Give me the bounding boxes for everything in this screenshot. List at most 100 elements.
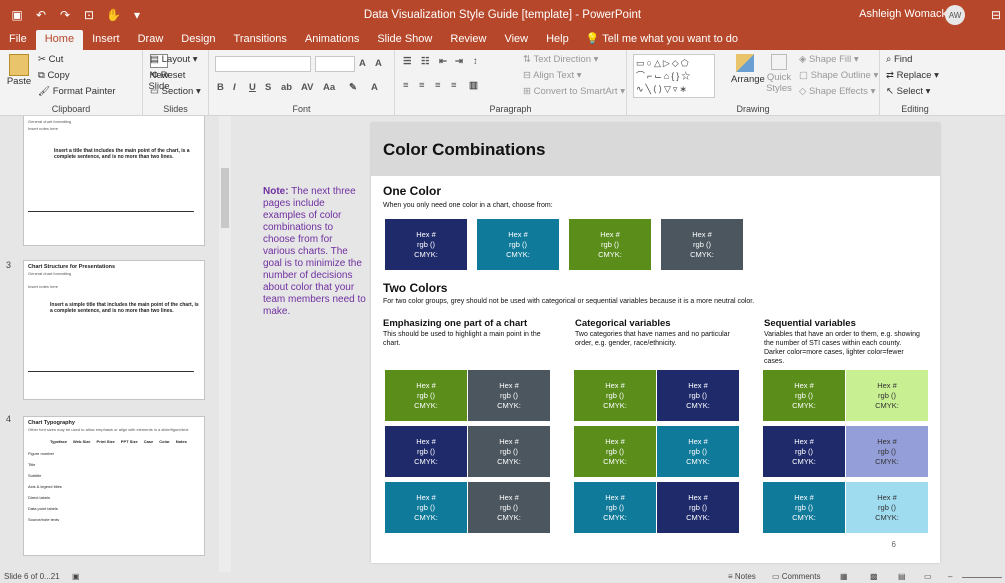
present-icon[interactable]: ⊡ bbox=[82, 8, 96, 22]
decrease-indent-icon[interactable]: ⇤ bbox=[439, 56, 447, 67]
strikethrough-icon[interactable]: S bbox=[265, 82, 271, 93]
swatch-green[interactable]: Hex # rgb () CMYK: bbox=[763, 370, 845, 421]
char-spacing-icon[interactable]: AV bbox=[301, 82, 314, 93]
tab-slide-show[interactable]: Slide Show bbox=[368, 30, 441, 50]
swatch-slate[interactable]: Hex # rgb () CMYK: bbox=[468, 482, 550, 533]
shapes-gallery[interactable]: ▭○△▷◇⬠ ⌒⌐⌙⌂{}☆ ∿╲⟨⟩▽▿∗ bbox=[633, 54, 715, 98]
slide-thumbnail-4[interactable]: Chart Typography Other font sizes may be… bbox=[23, 416, 205, 556]
scrollbar-thumb[interactable] bbox=[221, 168, 229, 228]
thumbnails-scrollbar[interactable] bbox=[219, 116, 231, 572]
swatch-green[interactable]: Hex # rgb () CMYK: bbox=[385, 370, 467, 421]
save-icon[interactable]: ▣ bbox=[10, 8, 24, 22]
tab-help[interactable]: Help bbox=[537, 30, 578, 50]
reading-view-icon[interactable]: ▤ bbox=[898, 572, 906, 581]
swatch-green[interactable]: Hex # rgb () CMYK: bbox=[574, 426, 656, 477]
emphasizing-desc[interactable]: This should be used to highlight a main … bbox=[383, 330, 553, 348]
tab-review[interactable]: Review bbox=[441, 30, 495, 50]
bold-icon[interactable]: B bbox=[217, 82, 224, 93]
swatch-slate[interactable]: Hex # rgb () CMYK: bbox=[468, 426, 550, 477]
slide-title[interactable]: Color Combinations bbox=[383, 140, 545, 160]
slideshow-view-icon[interactable]: ▭ bbox=[924, 572, 932, 581]
italic-icon[interactable]: I bbox=[233, 82, 236, 93]
swatch-green[interactable]: Hex # rgb () CMYK: bbox=[574, 370, 656, 421]
align-right-icon[interactable]: ≡ bbox=[435, 80, 441, 91]
zoom-out-icon[interactable]: – bbox=[948, 572, 952, 581]
tab-insert[interactable]: Insert bbox=[83, 30, 129, 50]
notes-button[interactable]: ≡ Notes bbox=[728, 572, 756, 581]
underline-icon[interactable]: U bbox=[249, 82, 256, 93]
current-slide[interactable]: Color Combinations One Color When you on… bbox=[371, 123, 940, 563]
customize-icon[interactable]: ▾ bbox=[130, 8, 144, 22]
slide-note[interactable]: Note: The next three pages include examp… bbox=[263, 186, 367, 318]
increase-font-icon[interactable]: A bbox=[359, 58, 366, 69]
swatch-light-green[interactable]: Hex # rgb () CMYK: bbox=[846, 370, 928, 421]
format-painter-button[interactable]: 🖌 Format Painter bbox=[38, 86, 116, 97]
tab-file[interactable]: File bbox=[0, 30, 36, 50]
one-color-heading[interactable]: One Color bbox=[383, 184, 441, 198]
select-button[interactable]: ↖ Select ▾ bbox=[886, 86, 930, 97]
reset-button[interactable]: ⟲ Reset bbox=[150, 70, 185, 81]
sorter-view-icon[interactable]: ▩ bbox=[870, 572, 878, 581]
shape-fill-button[interactable]: ◈ Shape Fill ▾ bbox=[799, 54, 859, 65]
swatch-navy[interactable]: Hex # rgb () CMYK: bbox=[385, 426, 467, 477]
highlight-icon[interactable]: ✎ bbox=[349, 82, 357, 93]
decrease-font-icon[interactable]: A bbox=[375, 58, 382, 69]
categorical-heading[interactable]: Categorical variables bbox=[575, 318, 671, 329]
convert-smartart-button[interactable]: ⊞ Convert to SmartArt ▾ bbox=[523, 86, 625, 97]
arrange-button[interactable]: Arrange bbox=[731, 54, 765, 85]
swatch-navy[interactable]: Hex # rgb () CMYK: bbox=[657, 370, 739, 421]
find-button[interactable]: ⌕ Find bbox=[886, 54, 912, 65]
swatch-teal[interactable]: Hex # rgb () CMYK: bbox=[477, 219, 559, 270]
one-color-desc[interactable]: When you only need one color in a chart,… bbox=[383, 201, 553, 210]
swatch-teal[interactable]: Hex # rgb () CMYK: bbox=[385, 482, 467, 533]
user-name[interactable]: Ashleigh Womack bbox=[859, 8, 947, 20]
quick-styles-button[interactable]: Quick Styles bbox=[765, 54, 793, 94]
sequential-desc[interactable]: Variables that have an order to them, e.… bbox=[764, 330, 924, 366]
normal-view-icon[interactable]: ▦ bbox=[840, 572, 848, 581]
swatch-navy[interactable]: Hex # rgb () CMYK: bbox=[763, 426, 845, 477]
swatch-light-blue[interactable]: Hex # rgb () CMYK: bbox=[846, 482, 928, 533]
columns-icon[interactable]: ▥ bbox=[469, 80, 478, 91]
shape-effects-button[interactable]: ◇ Shape Effects ▾ bbox=[799, 86, 875, 97]
text-direction-button[interactable]: ⇅ Text Direction ▾ bbox=[523, 54, 598, 65]
bullets-icon[interactable]: ☰ bbox=[403, 56, 412, 67]
two-colors-desc[interactable]: For two color groups, grey should not be… bbox=[383, 297, 928, 306]
tab-design[interactable]: Design bbox=[172, 30, 224, 50]
font-family-select[interactable] bbox=[215, 56, 311, 72]
justify-icon[interactable]: ≡ bbox=[451, 80, 457, 91]
section-button[interactable]: ▭ Section ▾ bbox=[150, 86, 201, 97]
shadow-icon[interactable]: ab bbox=[281, 82, 292, 93]
layout-button[interactable]: ▤ Layout ▾ bbox=[150, 54, 198, 65]
swatch-slate[interactable]: Hex # rgb () CMYK: bbox=[661, 219, 743, 270]
swatch-navy[interactable]: Hex # rgb () CMYK: bbox=[657, 482, 739, 533]
replace-button[interactable]: ⇄ Replace ▾ bbox=[886, 70, 939, 81]
categorical-desc[interactable]: Two categories that have names and no pa… bbox=[575, 330, 735, 348]
tell-me-search[interactable]: 💡 Tell me what you want to do bbox=[578, 30, 746, 50]
paste-button[interactable]: Paste bbox=[6, 54, 32, 87]
slide-thumbnail-3[interactable]: Chart Structure for Presentations Genera… bbox=[23, 260, 205, 400]
tab-draw[interactable]: Draw bbox=[129, 30, 173, 50]
tab-home[interactable]: Home bbox=[35, 30, 84, 50]
swatch-lavender[interactable]: Hex # rgb () CMYK: bbox=[846, 426, 928, 477]
line-spacing-icon[interactable]: ↕ bbox=[473, 56, 478, 67]
tab-transitions[interactable]: Transitions bbox=[225, 30, 296, 50]
align-left-icon[interactable]: ≡ bbox=[403, 80, 409, 91]
increase-indent-icon[interactable]: ⇥ bbox=[455, 56, 463, 67]
font-color-icon[interactable]: A bbox=[371, 82, 378, 93]
tab-view[interactable]: View bbox=[495, 30, 537, 50]
emphasizing-heading[interactable]: Emphasizing one part of a chart bbox=[383, 318, 527, 329]
font-size-select[interactable] bbox=[315, 56, 355, 72]
cut-button[interactable]: ✂ Cut bbox=[38, 54, 63, 65]
swatch-green[interactable]: Hex # rgb () CMYK: bbox=[569, 219, 651, 270]
swatch-teal[interactable]: Hex # rgb () CMYK: bbox=[657, 426, 739, 477]
two-colors-heading[interactable]: Two Colors bbox=[383, 281, 447, 295]
sequential-heading[interactable]: Sequential variables bbox=[764, 318, 856, 329]
swatch-slate[interactable]: Hex # rgb () CMYK: bbox=[468, 370, 550, 421]
spell-check-icon[interactable]: ▣ bbox=[72, 572, 80, 581]
comments-button[interactable]: ▭ Comments bbox=[772, 572, 820, 581]
undo-icon[interactable]: ↶ bbox=[34, 8, 48, 22]
touch-mode-icon[interactable]: ✋ bbox=[106, 8, 121, 22]
zoom-slider[interactable] bbox=[962, 577, 1002, 578]
copy-button[interactable]: ⧉ Copy bbox=[38, 70, 70, 81]
align-text-button[interactable]: ⊟ Align Text ▾ bbox=[523, 70, 582, 81]
